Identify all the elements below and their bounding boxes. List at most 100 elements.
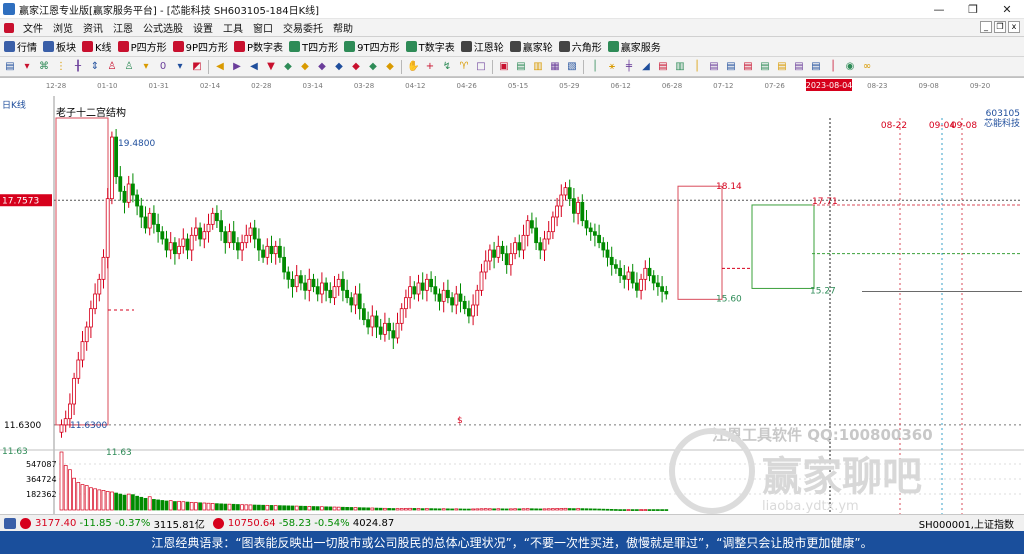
toolbar-item-7[interactable]: 9T四方形 (344, 39, 400, 54)
drawing-tool-icon[interactable]: ╪ (623, 61, 635, 73)
toolbar-item-12[interactable]: 赢家服务 (607, 39, 661, 54)
drawing-tool-icon[interactable]: ◆ (384, 61, 396, 73)
toolbar-item-icon (289, 41, 301, 52)
drawing-tool-icon[interactable]: □ (475, 61, 487, 73)
candle-body (198, 227, 203, 240)
drawing-tool-icon[interactable]: ↯ (441, 61, 453, 73)
minimize-button[interactable]: — (922, 0, 956, 19)
toolbar-item-5[interactable]: P数字表 (234, 39, 283, 54)
drawing-tool-icon[interactable]: ▾ (174, 61, 186, 73)
drawing-tool-icon[interactable]: ▤ (776, 61, 788, 73)
toolbar-item-2[interactable]: K线 (82, 39, 112, 54)
drawing-tool-icon[interactable]: ◩ (191, 61, 203, 73)
drawing-tool-icon[interactable]: ▶ (231, 61, 243, 73)
candle-body (572, 198, 576, 214)
drawing-tool-icon[interactable]: ▥ (532, 61, 544, 73)
candle-body (290, 278, 295, 288)
mdi-restore-button[interactable]: ❐ (994, 21, 1006, 33)
menu-settings[interactable]: 设置 (188, 20, 218, 35)
drawing-tool-icon[interactable]: ▤ (725, 61, 737, 73)
drawing-tool-icon[interactable]: ♈ (458, 61, 470, 73)
menu-formula[interactable]: 公式选股 (138, 20, 188, 35)
candle-body (382, 322, 387, 335)
title-bar: 赢家江恩专业版[赢家服务平台] - [芯能科技 SH603105-184日K线]… (0, 0, 1024, 19)
toolbar-item-icon (234, 41, 245, 52)
quote-banner: 江恩经典语录：“图表能反映出一切股市或公司股民的总体心理状况”，“不要一次性买进… (0, 531, 1024, 554)
menu-trade[interactable]: 交易委托 (278, 20, 328, 35)
toolbar-item-8[interactable]: T数字表 (405, 39, 455, 54)
drawing-tool-icon[interactable]: │ (589, 61, 601, 73)
drawing-tool-icon[interactable]: ▾ (140, 61, 152, 73)
drawing-tool-icon[interactable]: ▣ (498, 61, 510, 73)
mdi-minimize-button[interactable]: _ (980, 21, 992, 33)
drawing-tool-icon[interactable]: ◆ (350, 61, 362, 73)
drawing-tool-icon[interactable]: ◆ (367, 61, 379, 73)
drawing-tool-icon[interactable]: ◀ (214, 61, 226, 73)
volume-bar (307, 506, 312, 511)
toolbar-item-9[interactable]: 江恩轮 (460, 39, 504, 54)
drawing-tool-icon[interactable]: ▾ (21, 61, 33, 73)
drawing-tool-icon[interactable]: ◉ (844, 61, 856, 73)
drawing-tool-icon[interactable]: ⋮ (55, 61, 67, 73)
candlestick-chart[interactable]: 日K线 603105芯能科技 老子十二宫结构 17.7573 11.6300 19.480… (0, 96, 1024, 514)
drawing-tool-icon[interactable]: ◆ (282, 61, 294, 73)
toolbar-item-11[interactable]: 六角形 (558, 39, 602, 54)
drawing-tool-icon[interactable]: ▥ (674, 61, 686, 73)
drawing-tool-icon[interactable]: + (424, 61, 436, 73)
mdi-close-button[interactable]: x (1008, 21, 1020, 33)
drawing-tool-icon[interactable]: ▼ (265, 61, 277, 73)
toolbar-item-label: 行情 (17, 43, 37, 54)
drawing-tool-icon[interactable]: 0 (157, 61, 169, 73)
drawing-tool-icon[interactable]: ⇕ (89, 61, 101, 73)
candle-body (227, 231, 232, 244)
drawing-tool-icon[interactable]: ╂ (72, 61, 84, 73)
drawing-tool-icon[interactable]: ◆ (333, 61, 345, 73)
drawing-tool-icon[interactable]: ▤ (708, 61, 720, 73)
toolbar-item-6[interactable]: T四方形 (289, 39, 338, 54)
drawing-tool-icon[interactable]: ⌘ (38, 61, 50, 73)
drawing-tool-icon[interactable]: ◢ (640, 61, 652, 73)
candle-body (256, 238, 261, 251)
menu-gann[interactable]: 江恩 (108, 20, 138, 35)
toolbar-item-3[interactable]: P四方形 (117, 39, 167, 54)
drawing-tool-icon[interactable]: ▤ (515, 61, 527, 73)
menu-browse[interactable]: 浏览 (48, 20, 78, 35)
toolbar-item-10[interactable]: 赢家轮 (509, 39, 553, 54)
drawing-tool-icon[interactable]: ♙ (106, 61, 118, 73)
drawing-tool-icon[interactable]: ♙ (123, 61, 135, 73)
drawing-tool-icon[interactable]: ▦ (549, 61, 561, 73)
menu-tools[interactable]: 工具 (218, 20, 248, 35)
drawing-tool-icon[interactable]: ◆ (299, 61, 311, 73)
drawing-tool-icon[interactable]: │ (691, 61, 703, 73)
drawing-tool-icon[interactable]: ▤ (810, 61, 822, 73)
x-tick-label: 02-28 (251, 82, 271, 90)
toolbar-item-4[interactable]: 9P四方形 (172, 39, 228, 54)
x-tick-label: 06-28 (662, 82, 682, 90)
drawing-tool-icon[interactable]: ∞ (861, 61, 873, 73)
menu-help[interactable]: 帮助 (328, 20, 358, 35)
volume-bar (433, 508, 438, 511)
toolbar-item-1[interactable]: 板块 (43, 39, 76, 54)
drawing-tool-icon[interactable]: ▧ (566, 61, 578, 73)
close-button[interactable]: ✕ (990, 0, 1024, 19)
menu-window[interactable]: 窗口 (248, 20, 278, 35)
drawing-tool-icon[interactable]: ▤ (657, 61, 669, 73)
app-window: 赢家江恩专业版[赢家服务平台] - [芯能科技 SH603105-184日K线]… (0, 0, 1024, 554)
drawing-tool-icon[interactable]: ▤ (4, 61, 16, 73)
menu-news[interactable]: 资讯 (78, 20, 108, 35)
drawing-tool-icon[interactable]: ▤ (742, 61, 754, 73)
toolbar-item-icon (607, 41, 619, 52)
toolbar-item-label: 六角形 (571, 43, 602, 54)
drawing-tool-icon[interactable]: ▤ (759, 61, 771, 73)
grid-icon[interactable] (4, 517, 16, 529)
drawing-tool-icon[interactable]: ▤ (793, 61, 805, 73)
drawing-tool-icon[interactable]: ⚹ (606, 61, 618, 73)
restore-button[interactable]: ❐ (956, 0, 990, 19)
toolbar-item-0[interactable]: 行情 (4, 39, 37, 54)
menu-file[interactable]: 文件 (18, 20, 48, 35)
drawing-tool-icon[interactable]: ◆ (316, 61, 328, 73)
drawing-tool-icon[interactable]: ◀ (248, 61, 260, 73)
drawing-tool-icon[interactable]: │ (827, 61, 839, 73)
watermark-text: 江恩工具软件 QQ:100800360 (712, 426, 933, 444)
drawing-tool-icon[interactable]: ✋ (407, 61, 419, 73)
